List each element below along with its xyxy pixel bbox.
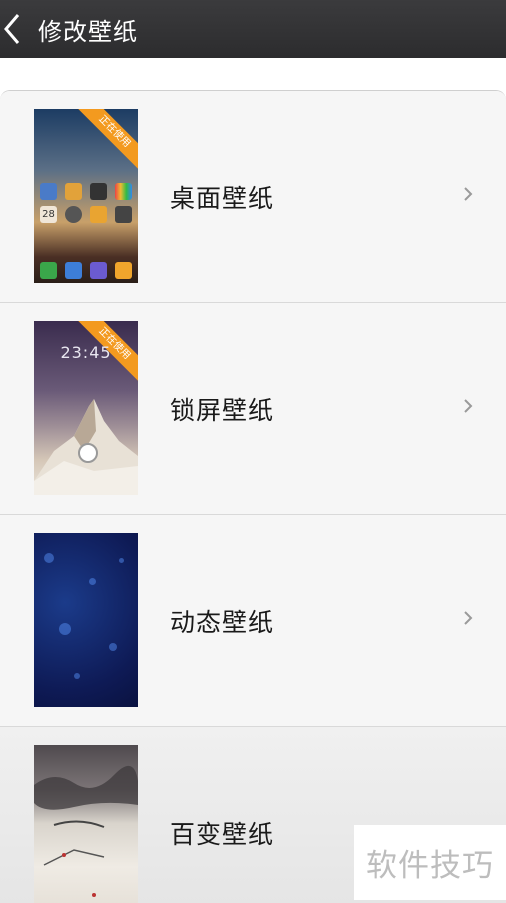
- row-live-wallpaper[interactable]: 动态壁纸: [0, 515, 506, 727]
- row-label: 动态壁纸: [170, 608, 275, 637]
- page-title: 修改壁纸: [38, 17, 138, 46]
- chevron-right-icon: [464, 611, 473, 625]
- browser-icon: [90, 262, 107, 279]
- back-arrow-icon: [4, 14, 20, 44]
- particle: [119, 558, 124, 563]
- mountain-image: [34, 399, 138, 495]
- music-icon: [90, 183, 107, 200]
- messages-icon: [115, 262, 132, 279]
- watermark: 软件技巧: [354, 825, 506, 900]
- chevron-right-icon: [464, 187, 473, 201]
- row-desktop-wallpaper[interactable]: 正在使用 28 桌面壁纸: [0, 91, 506, 303]
- themes-icon: [115, 183, 132, 200]
- particle: [74, 673, 80, 679]
- particle: [109, 643, 117, 651]
- calendar-icon: 28: [40, 206, 57, 223]
- live-wallpaper-thumbnail: [34, 533, 138, 707]
- lock-icon: [78, 443, 98, 463]
- phone-icon: [40, 262, 57, 279]
- title-bar: 修改壁纸: [0, 0, 506, 58]
- settings-icon: [65, 206, 82, 223]
- row-label: 百变壁纸: [170, 820, 275, 849]
- contacts-icon: [65, 262, 82, 279]
- ink-painting-image: [34, 765, 138, 897]
- row-label: 锁屏壁纸: [170, 396, 275, 425]
- particle: [44, 553, 54, 563]
- desktop-wallpaper-thumbnail: 正在使用 28: [34, 109, 138, 283]
- lockscreen-wallpaper-thumbnail: 正在使用 23:45: [34, 321, 138, 495]
- wallpaper-list: 正在使用 28 桌面壁纸 正在使用 23:45 锁屏壁纸 动态壁纸 百变壁纸: [0, 90, 506, 903]
- particle: [59, 623, 71, 635]
- chevron-right-icon: [464, 399, 473, 413]
- gallery-icon: [65, 183, 82, 200]
- row-lockscreen-wallpaper[interactable]: 正在使用 23:45 锁屏壁纸: [0, 303, 506, 515]
- camera-icon: [40, 183, 57, 200]
- dock: [40, 262, 132, 279]
- in-use-ribbon: 正在使用: [72, 109, 138, 174]
- variety-wallpaper-thumbnail: [34, 745, 138, 903]
- notes-icon: [90, 206, 107, 223]
- particle: [89, 578, 96, 585]
- tools-icon: [115, 206, 132, 223]
- lockscreen-clock: 23:45: [60, 343, 112, 362]
- row-label: 桌面壁纸: [170, 184, 275, 213]
- back-button[interactable]: [0, 0, 24, 58]
- app-icon-grid: 28: [40, 183, 132, 223]
